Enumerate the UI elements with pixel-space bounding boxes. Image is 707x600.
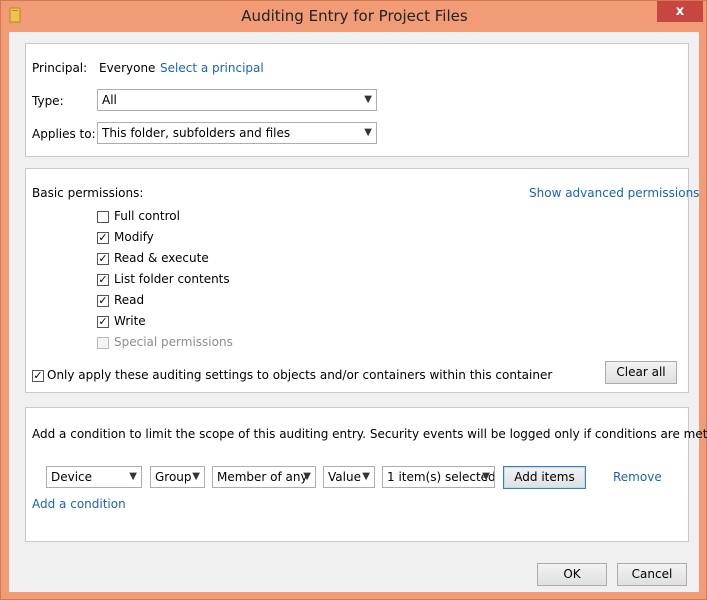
show-advanced-permissions-link[interactable]: Show advanced permissions: [529, 186, 699, 200]
select-principal-link[interactable]: Select a principal: [160, 61, 264, 75]
special-permissions-checkbox: [97, 337, 109, 349]
condition-group: Add a condition to limit the scope of th…: [25, 407, 707, 542]
class-value: Group: [155, 470, 192, 484]
remove-condition-link[interactable]: Remove: [613, 470, 662, 484]
full-control-label: Full control: [114, 209, 180, 223]
type-dropdown[interactable]: All ▼: [97, 89, 377, 111]
add-condition-link[interactable]: Add a condition: [32, 497, 126, 511]
read-execute-label: Read & execute: [114, 251, 209, 265]
clear-all-button[interactable]: Clear all: [605, 361, 677, 384]
condition-description: Add a condition to limit the scope of th…: [32, 427, 707, 441]
condition-selection-dropdown[interactable]: 1 item(s) selected ▼: [382, 466, 495, 488]
write-checkbox[interactable]: ✓: [97, 316, 109, 328]
read-checkbox[interactable]: ✓: [97, 295, 109, 307]
modify-label: Modify: [114, 230, 154, 244]
chevron-down-icon: ▼: [362, 471, 370, 482]
dialog-window: Auditing Entry for Project Files x Princ…: [0, 0, 707, 600]
special-permissions-label: Special permissions: [114, 335, 233, 349]
close-button[interactable]: x: [657, 1, 703, 22]
only-apply-label: Only apply these auditing settings to ob…: [47, 368, 553, 382]
value-type-value: Value: [328, 470, 361, 484]
applies-to-label: Applies to:: [32, 127, 96, 141]
chevron-down-icon: ▼: [129, 471, 137, 482]
list-folder-contents-label: List folder contents: [114, 272, 230, 286]
read-label: Read: [114, 293, 145, 307]
attribute-value: Device: [51, 470, 93, 484]
ok-button[interactable]: OK: [537, 563, 607, 586]
selection-value: 1 item(s) selected: [387, 470, 495, 484]
basic-permissions-label: Basic permissions:: [32, 186, 144, 200]
principal-group: Principal: Everyone Select a principal T…: [25, 43, 689, 157]
chevron-down-icon: ▼: [303, 471, 311, 482]
dialog-client: Principal: Everyone Select a principal T…: [9, 32, 707, 592]
condition-operator-dropdown[interactable]: Member of any ▼: [212, 466, 316, 488]
condition-class-dropdown[interactable]: Group ▼: [150, 466, 205, 488]
condition-value-type-dropdown[interactable]: Value ▼: [323, 466, 375, 488]
applies-to-value: This folder, subfolders and files: [102, 126, 291, 140]
list-folder-contents-checkbox[interactable]: ✓: [97, 274, 109, 286]
write-label: Write: [114, 314, 146, 328]
type-label: Type:: [32, 94, 64, 108]
window-title: Auditing Entry for Project Files: [241, 7, 468, 25]
applies-to-dropdown[interactable]: This folder, subfolders and files ▼: [97, 122, 377, 144]
add-items-button[interactable]: Add items: [503, 466, 586, 489]
type-value: All: [102, 93, 117, 107]
permissions-group: Basic permissions: Show advanced permiss…: [25, 168, 699, 393]
condition-attribute-dropdown[interactable]: Device ▼: [46, 466, 142, 488]
title-bar[interactable]: Auditing Entry for Project Files x: [1, 1, 707, 32]
operator-value: Member of any: [217, 470, 308, 484]
chevron-down-icon: ▼: [192, 471, 200, 482]
chevron-down-icon: ▼: [482, 471, 490, 482]
chevron-down-icon: ▼: [364, 127, 372, 138]
chevron-down-icon: ▼: [364, 94, 372, 105]
read-execute-checkbox[interactable]: ✓: [97, 253, 109, 265]
modify-checkbox[interactable]: ✓: [97, 232, 109, 244]
cancel-button[interactable]: Cancel: [617, 563, 687, 586]
only-apply-checkbox[interactable]: ✓: [32, 370, 44, 382]
full-control-checkbox[interactable]: [97, 211, 109, 223]
principal-value: Everyone: [99, 61, 156, 75]
principal-label: Principal:: [32, 61, 88, 75]
